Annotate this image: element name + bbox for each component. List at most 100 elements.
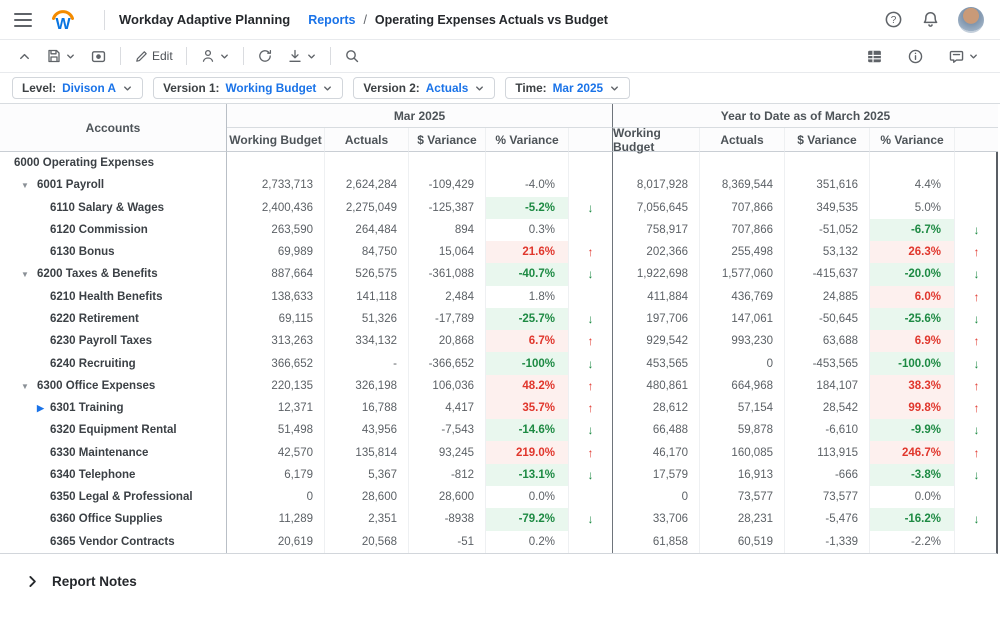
ytd-dollar-variance-cell: 349,535 xyxy=(785,197,870,219)
search-button[interactable] xyxy=(339,45,365,67)
mar-percent-variance-cell: 0.2% xyxy=(486,531,569,553)
workday-logo[interactable]: W xyxy=(48,5,78,35)
column-header-mar-2[interactable]: $ Variance xyxy=(409,128,486,152)
account-cell[interactable]: 6240 Recruiting xyxy=(0,352,227,374)
sheet-view-button[interactable] xyxy=(861,45,888,68)
mar-actuals-cell: 51,326 xyxy=(325,308,409,330)
column-header-ytd-3[interactable]: % Variance xyxy=(870,128,955,152)
ytd-trend-arrow xyxy=(955,174,998,196)
ytd-actuals-cell: 707,866 xyxy=(700,219,785,241)
column-header-ytd-1[interactable]: Actuals xyxy=(700,128,785,152)
mar-dollar-variance-cell: 4,417 xyxy=(409,397,486,419)
account-label: 6300 Office Expenses xyxy=(37,380,155,392)
ytd-percent-variance-cell: 6.9% xyxy=(870,330,955,352)
mar-percent-variance-cell: -5.2% xyxy=(486,197,569,219)
account-cell[interactable]: 6110 Salary & Wages xyxy=(0,197,227,219)
account-cell[interactable]: 6000 Operating Expenses xyxy=(0,152,227,174)
account-cell[interactable]: 6210 Health Benefits xyxy=(0,286,227,308)
mar-percent-variance-cell: -79.2% xyxy=(486,508,569,530)
account-label: 6350 Legal & Professional xyxy=(50,491,193,503)
account-cell[interactable]: 6320 Equipment Rental xyxy=(0,419,227,441)
collapse-caret-icon[interactable]: ▼ xyxy=(21,382,29,391)
account-cell[interactable]: 6365 Vendor Contracts xyxy=(0,531,227,553)
account-cell[interactable]: ▼6001 Payroll xyxy=(0,174,227,196)
collapse-caret-icon[interactable]: ▼ xyxy=(21,181,29,190)
collapse-caret-icon[interactable]: ▼ xyxy=(21,270,29,279)
column-header-mar-3[interactable]: % Variance xyxy=(486,128,569,152)
mar-percent-variance-cell: -25.7% xyxy=(486,308,569,330)
account-cell[interactable]: ▶6301 Training xyxy=(0,397,227,419)
account-cell[interactable]: 6350 Legal & Professional xyxy=(0,486,227,508)
account-cell[interactable]: 6220 Retirement xyxy=(0,308,227,330)
edit-button[interactable]: Edit xyxy=(129,46,178,67)
account-cell[interactable]: 6360 Office Supplies xyxy=(0,508,227,530)
ytd-actuals-cell: 57,154 xyxy=(700,397,785,419)
ytd-actuals-cell: 8,369,544 xyxy=(700,174,785,196)
column-header-mar-1[interactable]: Actuals xyxy=(325,128,409,152)
save-button[interactable] xyxy=(41,45,81,67)
user-assignments-button[interactable] xyxy=(195,45,235,67)
download-button[interactable] xyxy=(282,45,322,67)
snapshot-button[interactable] xyxy=(85,45,112,68)
account-cell[interactable]: 6330 Maintenance xyxy=(0,441,227,463)
column-header-ytd-2[interactable]: $ Variance xyxy=(785,128,870,152)
ytd-trend-down-arrow-icon: ↓ xyxy=(955,352,998,374)
account-cell[interactable]: 6130 Bonus xyxy=(0,241,227,263)
ytd-working-budget-cell: 480,861 xyxy=(613,375,700,397)
hamburger-menu-icon[interactable] xyxy=(14,13,32,27)
ytd-actuals-cell: 1,577,060 xyxy=(700,263,785,285)
notifications-bell-icon[interactable] xyxy=(921,10,940,29)
account-cell[interactable]: ▼6200 Taxes & Benefits xyxy=(0,263,227,285)
column-header-ytd-0[interactable]: Working Budget xyxy=(613,128,700,152)
filter-bar: Level:Divison A Version 1:Working Budget V… xyxy=(0,73,1000,103)
filter-pill-3[interactable]: Time:Mar 2025 xyxy=(505,77,630,99)
account-label: 6230 Payroll Taxes xyxy=(50,335,152,347)
collapse-panel-button[interactable] xyxy=(12,46,37,67)
accounts-header: Accounts xyxy=(0,104,227,152)
filter-pill-2[interactable]: Version 2:Actuals xyxy=(353,77,495,99)
user-avatar[interactable] xyxy=(958,7,984,33)
ytd-trend-down-arrow-icon: ↓ xyxy=(955,219,998,241)
ytd-actuals-cell: 707,866 xyxy=(700,197,785,219)
ytd-trend-arrow xyxy=(955,197,998,219)
ytd-actuals-cell: 28,231 xyxy=(700,508,785,530)
account-cell[interactable]: ▼ 6300 Office Expenses xyxy=(0,375,227,397)
ytd-dollar-variance-cell: -5,476 xyxy=(785,508,870,530)
refresh-button[interactable] xyxy=(252,45,278,67)
filter-pill-0[interactable]: Level:Divison A xyxy=(12,77,143,99)
account-cell[interactable]: 6120 Commission xyxy=(0,219,227,241)
expand-caret-icon[interactable]: ▶ xyxy=(37,403,44,414)
report-grid-wrap: AccountsMar 2025Year to Date as of March… xyxy=(0,103,1000,554)
mar-trend-down-arrow-icon: ↓ xyxy=(569,308,613,330)
report-notes-toggle[interactable]: Report Notes xyxy=(0,554,1000,589)
comments-button[interactable] xyxy=(943,45,984,68)
mar-dollar-variance-cell: 15,064 xyxy=(409,241,486,263)
mar-empty-cell xyxy=(227,152,325,174)
ytd-actuals-cell: 0 xyxy=(700,352,785,374)
divider xyxy=(120,47,121,65)
chevron-down-icon xyxy=(474,83,485,94)
ytd-percent-variance-cell: 4.4% xyxy=(870,174,955,196)
svg-text:?: ? xyxy=(891,15,897,26)
account-cell[interactable]: 6340 Telephone xyxy=(0,464,227,486)
ytd-working-budget-cell: 7,056,645 xyxy=(613,197,700,219)
account-label: 6120 Commission xyxy=(50,224,148,236)
mar-percent-variance-cell: -100% xyxy=(486,352,569,374)
ytd-empty-cell xyxy=(870,152,955,174)
ytd-trend-down-arrow-icon: ↓ xyxy=(955,464,998,486)
filter-pill-1[interactable]: Version 1:Working Budget xyxy=(153,77,343,99)
column-header-mar-0[interactable]: Working Budget xyxy=(227,128,325,152)
help-icon[interactable]: ? xyxy=(884,10,903,29)
breadcrumb-reports-link[interactable]: Reports xyxy=(308,13,355,27)
ytd-trend-up-arrow-icon: ↑ xyxy=(955,330,998,352)
account-cell[interactable]: 6230 Payroll Taxes xyxy=(0,330,227,352)
ytd-trend-up-arrow-icon: ↑ xyxy=(955,286,998,308)
mar-trend-down-arrow-icon: ↓ xyxy=(569,352,613,374)
divider xyxy=(330,47,331,65)
mar-actuals-cell: 264,484 xyxy=(325,219,409,241)
mar-dollar-variance-cell: -109,429 xyxy=(409,174,486,196)
chevron-down-icon xyxy=(609,83,620,94)
mar-trend-arrow xyxy=(569,531,613,553)
info-button[interactable] xyxy=(902,45,929,68)
ytd-percent-variance-cell: 5.0% xyxy=(870,197,955,219)
